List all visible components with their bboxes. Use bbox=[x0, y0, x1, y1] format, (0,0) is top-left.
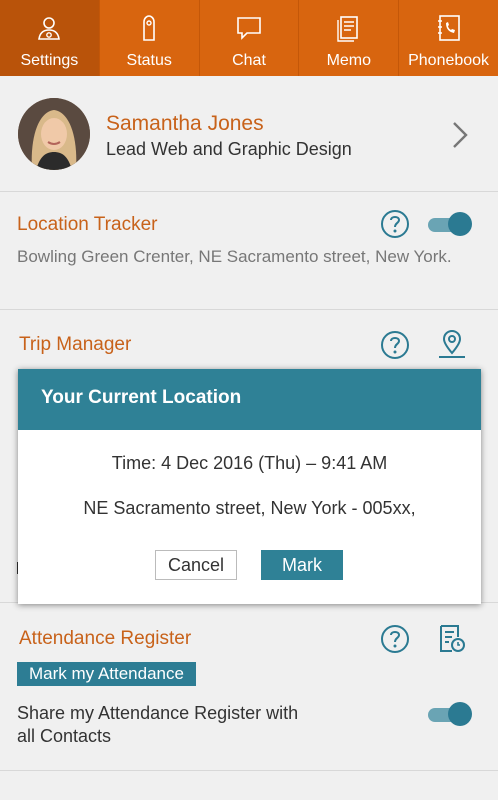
help-icon[interactable] bbox=[380, 330, 410, 360]
help-icon[interactable] bbox=[380, 624, 410, 654]
tab-settings-label: Settings bbox=[20, 52, 79, 69]
top-tab-bar: Settings Status Chat Memo Phonebook bbox=[0, 0, 498, 76]
tab-settings[interactable]: Settings bbox=[0, 0, 100, 76]
tab-phonebook-label: Phonebook bbox=[408, 52, 490, 69]
avatar bbox=[18, 98, 90, 170]
dialog-title: Your Current Location bbox=[18, 369, 481, 430]
chevron-right-icon[interactable] bbox=[448, 120, 472, 150]
chat-bubble-icon bbox=[237, 17, 261, 40]
tab-memo-label: Memo bbox=[326, 52, 372, 69]
current-location-dialog: Your Current Location Time: 4 Dec 2016 (… bbox=[18, 369, 481, 604]
phonebook-icon bbox=[437, 15, 460, 41]
location-tracker-title: Location Tracker bbox=[17, 214, 158, 235]
door-hanger-icon bbox=[143, 15, 155, 41]
location-tracker-section: Location Tracker Bowling Green Crenter, … bbox=[0, 192, 498, 310]
attendance-register-icon[interactable] bbox=[436, 623, 468, 655]
dialog-time: Time: 4 Dec 2016 (Thu) – 9:41 AM bbox=[111, 453, 388, 473]
attendance-section: Attendance Register Mark my Attendance S… bbox=[0, 603, 498, 771]
tab-chat[interactable]: Chat bbox=[200, 0, 300, 76]
trip-manager-title: Trip Manager bbox=[19, 334, 132, 355]
share-attendance-label: Share my Attendance Register with all Co… bbox=[17, 703, 299, 746]
attendance-title: Attendance Register bbox=[19, 628, 192, 649]
tab-phonebook[interactable]: Phonebook bbox=[399, 0, 498, 76]
tab-memo[interactable]: Memo bbox=[299, 0, 400, 76]
profile-row[interactable]: Samantha Jones Lead Web and Graphic Desi… bbox=[0, 76, 498, 192]
memo-icon bbox=[337, 16, 358, 42]
tab-status-label: Status bbox=[126, 52, 172, 69]
profile-role: Lead Web and Graphic Design bbox=[106, 139, 352, 159]
location-tracker-toggle[interactable] bbox=[428, 212, 472, 236]
location-tracker-address: Bowling Green Crenter, NE Sacramento str… bbox=[17, 247, 452, 266]
settings-user-icon bbox=[38, 17, 61, 40]
help-icon[interactable] bbox=[380, 209, 410, 239]
dialog-address: NE Sacramento street, New York - 005xx, bbox=[83, 498, 416, 518]
tab-status[interactable]: Status bbox=[100, 0, 200, 76]
cancel-button[interactable]: Cancel bbox=[155, 550, 237, 580]
location-pin-icon[interactable] bbox=[436, 328, 468, 360]
profile-name: Samantha Jones bbox=[106, 112, 264, 135]
mark-attendance-button[interactable]: Mark my Attendance bbox=[17, 662, 196, 686]
mark-button[interactable]: Mark bbox=[261, 550, 343, 580]
tab-chat-label: Chat bbox=[232, 52, 266, 69]
share-attendance-toggle[interactable] bbox=[428, 702, 472, 726]
